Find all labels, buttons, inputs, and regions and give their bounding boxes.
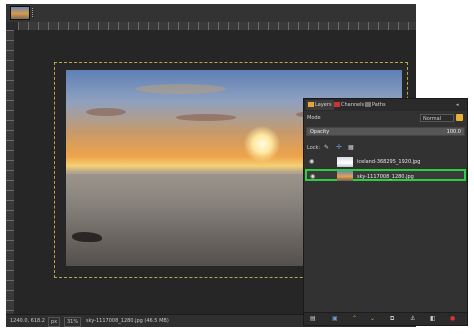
dock-menu-icon[interactable]: ◂ [456, 102, 459, 108]
tab-layers[interactable]: Layers [306, 100, 334, 110]
layer-name: iceland-368295_1920.jpg [357, 159, 421, 165]
paths-icon [365, 102, 371, 107]
lock-pixels-icon[interactable]: ✎ [324, 144, 329, 151]
cloud-shape [86, 108, 126, 116]
mode-label: Mode [307, 115, 321, 121]
lock-label: Lock: [307, 145, 321, 151]
layer-thumbnail [337, 171, 353, 181]
layer-mask-icon[interactable]: ◧ [430, 315, 436, 323]
dock-tab-bar: Layers Channels Paths ◂ [304, 99, 467, 111]
image-info: sky-1117008_1280.jpg (46.5 MB) [86, 318, 169, 324]
pointer-coordinates: 1240.0, 618.2 [10, 318, 45, 324]
cloud-shape [176, 114, 236, 121]
horizontal-ruler [18, 22, 416, 30]
lock-position-icon[interactable]: ✛ [336, 143, 342, 151]
mode-select[interactable]: Normal [420, 114, 454, 122]
new-group-icon[interactable]: ▣ [332, 315, 338, 323]
zoom-selector[interactable]: 31% [64, 317, 82, 327]
mode-row: Mode Normal [304, 113, 467, 123]
layer-thumbnail [337, 157, 353, 167]
tab-channels[interactable]: Channels [332, 100, 366, 110]
tab-paths[interactable]: Paths [363, 100, 388, 110]
tab-separator [32, 8, 39, 17]
mode-reset-icon[interactable] [456, 114, 463, 121]
layers-dock: Layers Channels Paths ◂ Mode Normal Opac… [303, 98, 468, 326]
raise-layer-icon[interactable]: ⌃ [352, 315, 357, 323]
layers-icon [308, 102, 314, 107]
channels-icon [334, 102, 340, 107]
lock-row: Lock: ✎ ✛ ▦ [304, 143, 467, 153]
vertical-ruler [6, 30, 14, 314]
visibility-eye-icon[interactable]: ◉ [310, 171, 315, 183]
opacity-value: 100.0 [446, 129, 461, 135]
opacity-label: Opacity [310, 129, 330, 135]
visibility-eye-icon[interactable]: ◉ [309, 156, 314, 168]
delete-layer-icon[interactable]: ● [450, 315, 455, 323]
new-layer-icon[interactable]: ▤ [310, 315, 316, 323]
unit-selector[interactable]: px [48, 317, 61, 327]
image-tabs-strip [6, 4, 416, 22]
cloud-shape [136, 84, 226, 94]
layer-name: sky-1117008_1280.jpg [357, 174, 414, 180]
rocks-foreground [72, 232, 102, 242]
layer-row[interactable]: ◉ iceland-368295_1920.jpg [305, 156, 466, 168]
sun-glow [244, 126, 280, 162]
duplicate-layer-icon[interactable]: ⧉ [390, 315, 394, 323]
lower-layer-icon[interactable]: ⌄ [370, 315, 375, 323]
layer-row-selected[interactable]: ◉ sky-1117008_1280.jpg [305, 169, 466, 181]
image-tab-thumbnail[interactable] [10, 6, 30, 20]
lock-alpha-icon[interactable]: ▦ [348, 144, 354, 151]
layers-bottom-toolbar: ▤ ▣ ⌃ ⌄ ⧉ ⚓ ◧ ● [304, 312, 467, 325]
opacity-slider[interactable]: Opacity 100.0 [306, 127, 465, 136]
anchor-layer-icon[interactable]: ⚓ [410, 315, 415, 323]
